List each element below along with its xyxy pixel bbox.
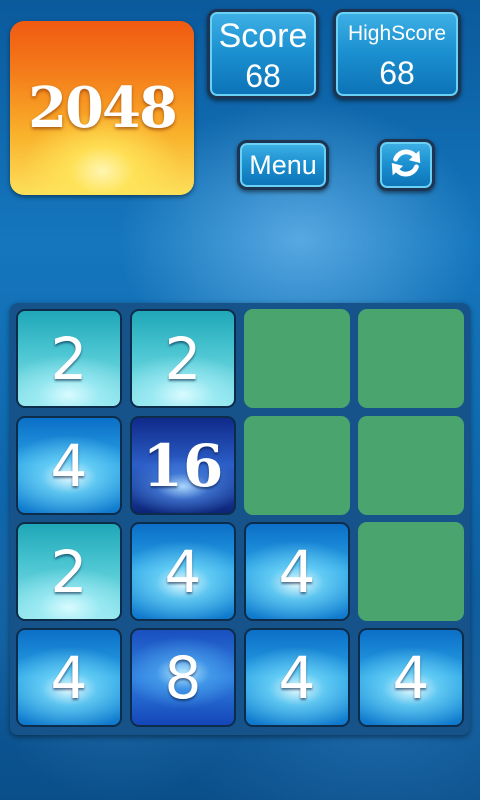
empty-cell (244, 309, 350, 408)
tile: 2 (16, 522, 122, 621)
tile: 4 (244, 628, 350, 727)
tile: 2 (16, 309, 122, 408)
tile-value: 2 (50, 324, 88, 393)
tile-value: 4 (392, 643, 430, 712)
tile-value: 4 (278, 643, 316, 712)
tile-value: 16 (142, 431, 224, 500)
tile: 2 (130, 309, 236, 408)
tile: 4 (358, 628, 464, 727)
logo-text: 2048 (28, 75, 178, 141)
high-score-value: 68 (379, 55, 415, 91)
game-logo: 2048 (10, 21, 194, 195)
score-value: 68 (245, 58, 281, 94)
empty-cell (358, 522, 464, 621)
refresh-icon (387, 144, 425, 186)
tile: 4 (244, 522, 350, 621)
tile-value: 2 (164, 324, 202, 393)
tile-value: 8 (164, 643, 202, 712)
empty-cell (358, 309, 464, 408)
tile-value: 2 (50, 537, 88, 606)
high-score-label: HighScore (347, 22, 447, 45)
tile: 4 (130, 522, 236, 621)
empty-cell (358, 416, 464, 515)
tile-value: 4 (164, 537, 202, 606)
restart-button[interactable] (377, 139, 435, 191)
tile: 8 (130, 628, 236, 727)
tile-value: 4 (50, 643, 88, 712)
menu-button[interactable]: Menu (237, 140, 329, 190)
tile: 4 (16, 416, 122, 515)
game-board[interactable]: 2 2 4 16 2 4 4 4 8 4 4 (10, 303, 470, 735)
high-score-panel: HighScore 68 (333, 9, 461, 99)
empty-cell (244, 416, 350, 515)
tile: 4 (16, 628, 122, 727)
tile: 16 (130, 416, 236, 515)
score-label: Score (218, 17, 308, 55)
tile-value: 4 (278, 537, 316, 606)
score-panel: Score 68 (207, 9, 319, 99)
menu-button-label: Menu (249, 149, 317, 180)
tile-value: 4 (50, 431, 88, 500)
